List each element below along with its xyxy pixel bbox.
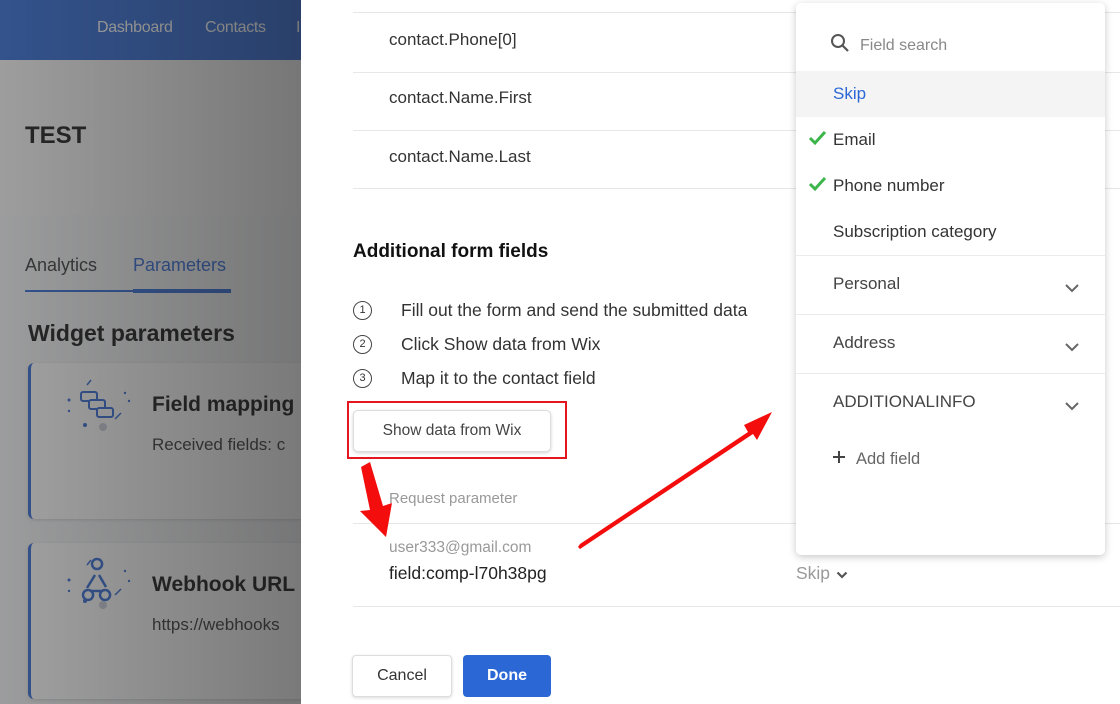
request-sample-value: user333@gmail.com: [389, 539, 532, 556]
field-select-dropdown: Skip Email Phone number Subscription cat…: [796, 3, 1105, 555]
option-label: Email: [833, 130, 876, 149]
additional-form-fields-title: Additional form fields: [353, 241, 549, 262]
instructions-list: 1 Fill out the form and send the submitt…: [353, 293, 747, 395]
instruction-step: 3 Map it to the contact field: [353, 361, 596, 395]
tab-analytics[interactable]: Analytics: [25, 255, 97, 276]
nav-dashboard[interactable]: Dashboard: [97, 19, 173, 37]
group-label: Address: [833, 333, 896, 352]
page-title: TEST: [25, 122, 87, 149]
background-page: Dashboard Contacts I TEST Analytics Para…: [0, 0, 301, 704]
webhook-url-card[interactable]: Webhook URL https://webhooks: [28, 543, 301, 699]
search-icon: [830, 33, 850, 58]
step-number: 2: [353, 334, 372, 354]
nav-item-3[interactable]: I: [296, 19, 300, 37]
dropdown-option-skip[interactable]: Skip: [796, 71, 1105, 117]
card-subtitle: https://webhooks: [152, 615, 280, 634]
option-label: Skip: [833, 84, 867, 103]
card-title: Field mapping: [152, 393, 295, 416]
step-number: 3: [353, 368, 372, 388]
option-label: Subscription category: [833, 222, 997, 241]
contact-field-row: contact.Name.Last: [389, 147, 531, 166]
cancel-button[interactable]: Cancel: [352, 655, 452, 697]
chevron-down-icon: [1064, 280, 1080, 298]
request-field-name: field:comp-l70h38pg: [389, 563, 547, 583]
mapping-select-value: Skip: [796, 563, 831, 583]
dropdown-group-personal[interactable]: Personal: [796, 255, 1105, 314]
show-data-from-wix-button[interactable]: Show data from Wix: [353, 410, 551, 452]
step-text: Click Show data from Wix: [401, 333, 601, 354]
group-label: ADDITIONALINFO: [833, 392, 976, 411]
dropdown-option-subscription[interactable]: Subscription category: [796, 209, 1105, 255]
nav-contacts[interactable]: Contacts: [205, 19, 266, 37]
webhook-icon: [61, 555, 131, 615]
plus-icon: [832, 450, 846, 469]
option-label: Phone number: [833, 176, 945, 195]
check-icon: [808, 130, 828, 151]
top-navigation: Dashboard Contacts I: [0, 0, 301, 60]
tab-parameters[interactable]: Parameters: [133, 255, 226, 276]
field-search[interactable]: [830, 33, 1060, 58]
step-text: Map it to the contact field: [401, 367, 596, 388]
request-parameter-header: Request parameter: [389, 490, 518, 507]
divider: [353, 606, 1120, 607]
active-tab-indicator: [133, 289, 231, 293]
chevron-down-icon: [1064, 398, 1080, 416]
mapping-select[interactable]: Skip: [796, 563, 848, 584]
dropdown-option-phone[interactable]: Phone number: [796, 163, 1105, 209]
dropdown-group-address[interactable]: Address: [796, 314, 1105, 373]
dropdown-option-email[interactable]: Email: [796, 117, 1105, 163]
chevron-down-icon: [1064, 339, 1080, 357]
instruction-step: 1 Fill out the form and send the submitt…: [353, 293, 747, 327]
done-button[interactable]: Done: [463, 655, 551, 697]
add-field-button[interactable]: Add field: [832, 450, 920, 469]
group-label: Personal: [833, 274, 901, 293]
dropdown-group-additionalinfo[interactable]: ADDITIONALINFO: [796, 373, 1105, 432]
card-subtitle: Received fields: c: [152, 435, 286, 454]
tabs: Analytics Parameters: [25, 255, 301, 295]
step-number: 1: [353, 300, 372, 320]
field-mapping-icon: [61, 375, 131, 435]
field-mapping-card[interactable]: Field mapping Received fields: c: [28, 363, 301, 519]
add-field-label: Add field: [856, 450, 921, 468]
section-title: Widget parameters: [28, 320, 235, 346]
check-icon: [808, 176, 828, 197]
contact-field-row: contact.Phone[0]: [389, 30, 517, 49]
instruction-step: 2 Click Show data from Wix: [353, 327, 600, 361]
chevron-down-icon: [836, 563, 848, 584]
card-title: Webhook URL: [152, 573, 296, 596]
contact-field-row: contact.Name.First: [389, 88, 532, 107]
step-text: Fill out the form and send the submitted…: [401, 299, 748, 320]
field-search-input[interactable]: [860, 36, 1060, 55]
